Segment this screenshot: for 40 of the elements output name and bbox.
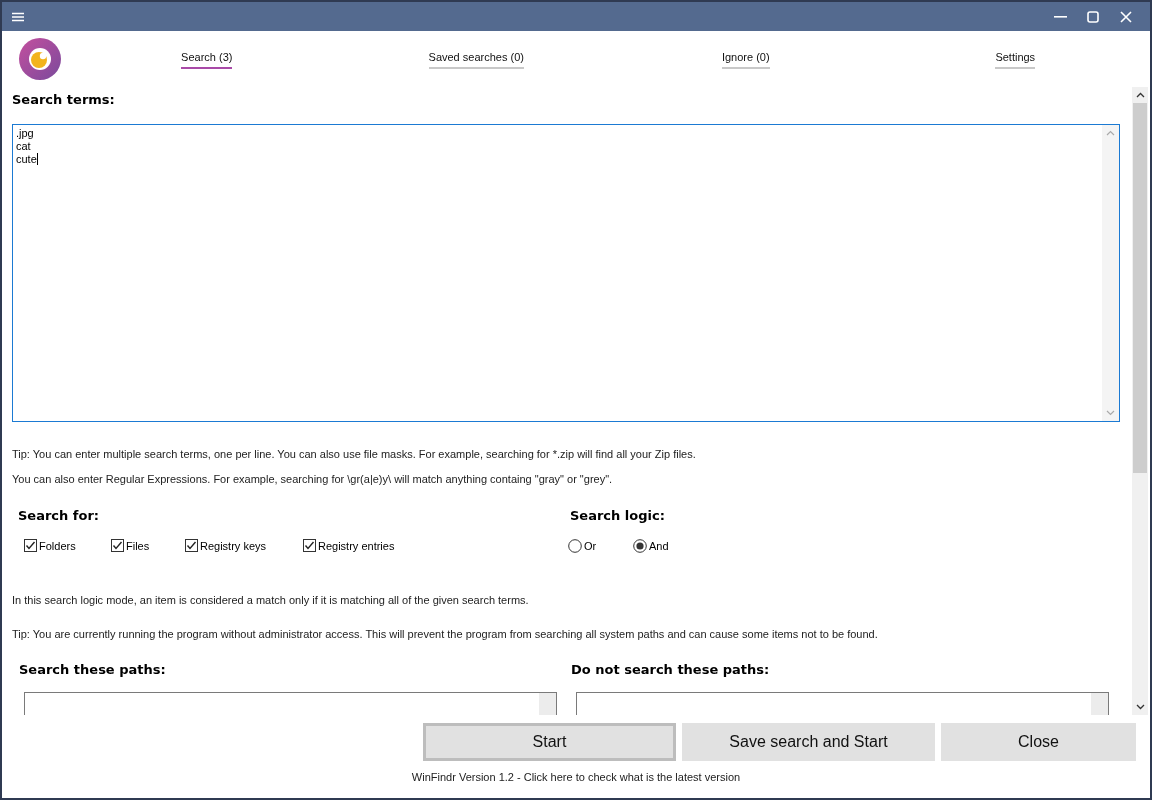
checked-checkbox[interactable]: [303, 539, 316, 552]
tab[interactable]: Ignore (0): [721, 51, 770, 69]
tab[interactable]: Search (3): [181, 51, 233, 69]
minimize-icon[interactable]: [1053, 15, 1067, 18]
tab[interactable]: Settings: [995, 51, 1036, 69]
checkbox-label[interactable]: Files: [126, 539, 150, 552]
checked-checkbox[interactable]: [111, 539, 124, 552]
section-heading: Search for:: [18, 508, 101, 523]
info-text: In this search logic mode, an item is considered a match only if it is matching all of the given search terms.: [12, 594, 530, 606]
tip-text: Tip: You can enter multiple search terms, one per line. You can also use file masks. For example, searching for *.zip will find all your Zip files.: [12, 448, 697, 460]
section-heading: Search terms:: [12, 91, 116, 107]
menu-icon[interactable]: [12, 11, 24, 22]
action-button[interactable]: Close: [941, 723, 1136, 761]
maximize-icon[interactable]: [1087, 10, 1099, 23]
checkbox-label[interactable]: Folders: [39, 539, 76, 552]
selected-radio-button[interactable]: [633, 539, 647, 553]
scroll-up-icon[interactable]: [1135, 92, 1145, 98]
scroll-down-icon[interactable]: [1135, 704, 1145, 710]
app-logo: [18, 37, 62, 81]
radio-button[interactable]: [568, 539, 582, 553]
section-heading: Do not search these paths:: [571, 662, 771, 677]
search-term: cute: [16, 153, 39, 166]
tip-text: You can also enter Regular Expressions. For example, searching for \gr(a|e)y\ will match anything containg "gray" or "grey".: [12, 473, 614, 485]
version-link[interactable]: WinFindr Version 1.2 - Click here to check what is the latest version: [411, 771, 741, 783]
tab[interactable]: Saved searches (0): [428, 51, 524, 69]
search-term: cat: [16, 140, 32, 153]
action-button[interactable]: Save search and Start: [682, 723, 935, 761]
checked-checkbox[interactable]: [24, 539, 37, 552]
close-icon[interactable]: [1120, 10, 1132, 23]
search-term: .jpg: [16, 127, 35, 140]
radio-label[interactable]: And: [649, 540, 669, 552]
scrollbar[interactable]: [1132, 87, 1148, 715]
checked-checkbox[interactable]: [185, 539, 198, 552]
radio-label[interactable]: Or: [584, 540, 597, 552]
checkbox-label[interactable]: Registry keys: [200, 539, 267, 552]
section-heading: Search logic:: [570, 508, 666, 523]
tip-text: Tip: You are currently running the program without administrator access. This will prevent the program from searching all system paths and can cause some items not to be found.: [12, 628, 879, 640]
checkbox-label[interactable]: Registry entries: [318, 539, 395, 552]
section-heading: Search these paths:: [19, 662, 167, 677]
action-button[interactable]: Start: [423, 723, 676, 761]
